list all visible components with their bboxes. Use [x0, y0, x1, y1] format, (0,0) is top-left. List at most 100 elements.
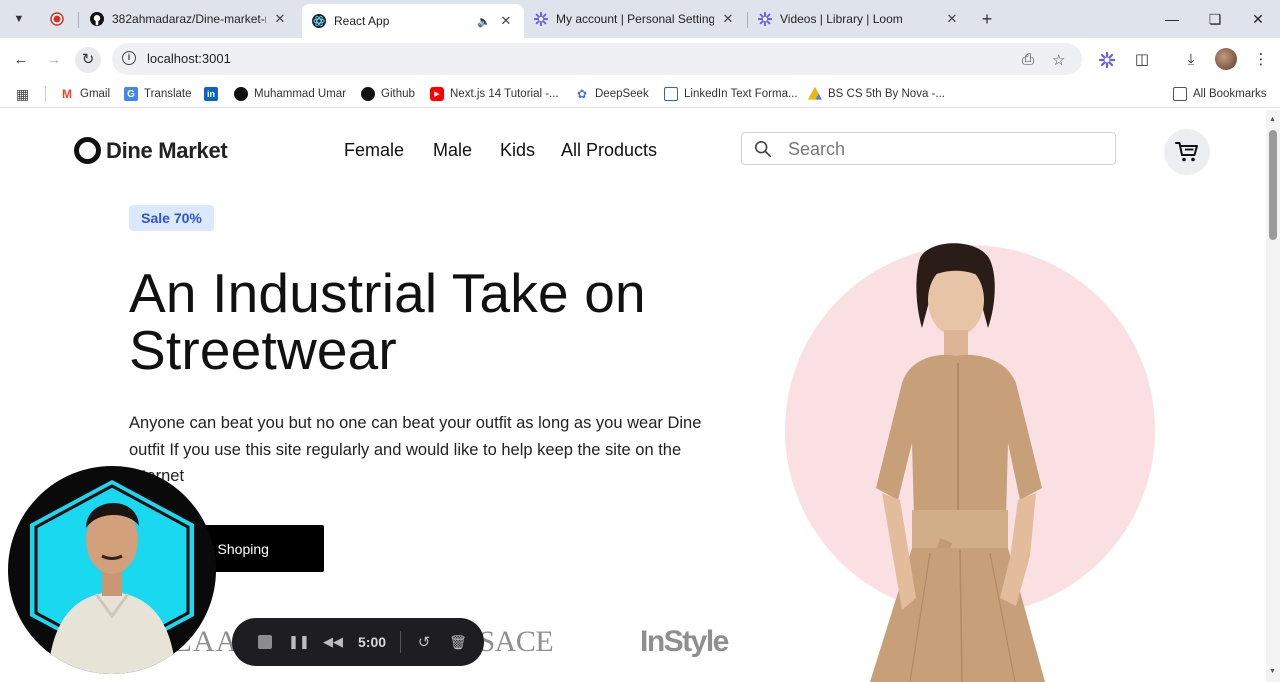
tab-recording[interactable] [40, 4, 78, 34]
bookmarks-bar: ▦ M Gmail G Translate in Muhammad Umar G… [0, 80, 1280, 108]
apps-grid-icon[interactable]: ▦ [16, 85, 29, 103]
all-bookmarks-label: All Bookmarks [1193, 88, 1267, 100]
search-icon [754, 140, 772, 158]
pause-icon: ❚❚ [288, 634, 310, 649]
logo-ring-icon [74, 137, 101, 164]
brand-instyle-logo: InStyle [640, 625, 729, 658]
close-icon[interactable]: ✕ [944, 11, 960, 27]
restart-recording-button[interactable]: ↺ [413, 631, 435, 653]
drive-icon [808, 87, 822, 100]
browser-toolbar: ← → ↻ i localhost:3001 ⎙ ☆ ◫ ⤓ ⋮ [0, 38, 1280, 80]
hero-model-image [870, 243, 1045, 682]
bookmark-bs-cs[interactable]: BS CS 5th By Nova -... [808, 85, 945, 103]
more-menu-icon[interactable]: ⋮ [1250, 49, 1272, 71]
url-text[interactable]: localhost:3001 [147, 51, 231, 66]
bookmark-label: Github [381, 88, 415, 100]
github-icon [234, 87, 248, 101]
hero-title-line-2: Streetwear [129, 319, 397, 381]
install-app-icon[interactable]: ⎙ [1022, 51, 1034, 68]
tab-github-repo[interactable]: 382ahmadaraz/Dine-market-re ✕ [80, 4, 298, 34]
bookmark-label: DeepSeek [595, 88, 649, 100]
reload-icon: ↻ [81, 51, 95, 68]
page-scrollbar[interactable]: ▲ ▼ [1266, 110, 1280, 682]
nav-link-male[interactable]: Male [433, 140, 472, 161]
download-icon[interactable]: ⤓ [1180, 49, 1202, 71]
new-tab-button[interactable]: + [976, 8, 998, 30]
stop-recording-button[interactable] [254, 631, 276, 653]
restart-icon: ↺ [417, 634, 431, 651]
arrow-right-icon: → [46, 51, 62, 68]
gmail-icon: M [60, 87, 74, 101]
delete-recording-button[interactable]: 🗑 [447, 631, 469, 653]
back-button[interactable]: ← [8, 47, 34, 73]
tab-loom-settings[interactable]: My account | Personal Settings ✕ [524, 4, 746, 34]
tab-strip: ▼ 382ahmadaraz/Dine-market-re ✕ React Ap… [0, 0, 1280, 38]
bookmark-linkedin[interactable]: in [204, 85, 224, 103]
profile-avatar[interactable] [1215, 48, 1237, 70]
bookmark-nextjs-tutorial[interactable]: ▶ Next.js 14 Tutorial -... [430, 85, 559, 103]
tab-title: 382ahmadaraz/Dine-market-re [112, 12, 266, 26]
tab-title: React App [334, 14, 390, 28]
rewind-icon: ◀◀ [323, 634, 343, 649]
scroll-down-icon[interactable]: ▼ [1269, 668, 1276, 675]
trash-icon: 🗑 [449, 633, 467, 650]
recorder-divider [400, 631, 402, 653]
all-bookmarks[interactable]: All Bookmarks [1173, 85, 1267, 103]
tab-title: Videos | Library | Loom [780, 12, 903, 26]
tab-react-app[interactable]: React App 🔈 ✕ [302, 4, 524, 38]
nav-link-all-products[interactable]: All Products [561, 140, 657, 161]
loom-icon [758, 12, 772, 26]
restore-button[interactable]: ❏ [1205, 8, 1225, 30]
search-box[interactable] [741, 132, 1116, 165]
nav-link-female[interactable]: Female [344, 140, 404, 161]
scroll-up-icon[interactable]: ▲ [1269, 116, 1276, 123]
close-icon[interactable]: ✕ [498, 13, 514, 29]
close-window-button[interactable]: ✕ [1248, 8, 1268, 30]
minimize-button[interactable]: — [1162, 8, 1182, 30]
bookmark-label: Translate [144, 88, 192, 100]
site-logo[interactable]: Dine Market [74, 137, 228, 164]
extensions-puzzle-icon[interactable]: ◫ [1131, 49, 1153, 71]
cart-button[interactable] [1164, 129, 1210, 175]
bookmark-star-icon[interactable]: ☆ [1052, 51, 1065, 69]
linkedin-icon: in [204, 87, 218, 101]
scroll-thumb[interactable] [1269, 130, 1277, 240]
forward-button[interactable]: → [41, 47, 67, 73]
arrow-left-icon: ← [13, 51, 29, 68]
site-info-icon[interactable]: i [122, 51, 136, 65]
hero-title: An Industrial Take on Streetwear [129, 265, 749, 379]
tab-title: My account | Personal Settings [556, 12, 714, 26]
tab-search-menu-button[interactable]: ▼ [8, 8, 30, 30]
deepseek-icon: ✿ [575, 87, 589, 101]
bookmark-label: LinkedIn Text Forma... [684, 88, 798, 100]
loom-extension-icon[interactable] [1096, 49, 1118, 71]
close-icon[interactable]: ✕ [272, 11, 288, 27]
pause-recording-button[interactable]: ❚❚ [288, 631, 310, 653]
bookmark-deepseek[interactable]: ✿ DeepSeek [575, 85, 649, 103]
search-input[interactable] [788, 138, 1098, 160]
youtube-icon: ▶ [430, 87, 444, 101]
webcam-bubble[interactable] [8, 466, 216, 674]
react-icon [312, 14, 326, 28]
bookmark-github[interactable]: Github [361, 85, 415, 103]
folder-icon [1173, 87, 1187, 101]
cart-icon [1175, 142, 1198, 162]
bookmark-translate[interactable]: G Translate [124, 85, 192, 103]
logo-text: Dine Market [106, 137, 228, 163]
close-icon[interactable]: ✕ [720, 11, 736, 27]
address-bar[interactable]: i localhost:3001 ⎙ ☆ [112, 43, 1082, 75]
rewind-button[interactable]: ◀◀ [322, 631, 344, 653]
bookmark-label: Next.js 14 Tutorial -... [450, 88, 559, 100]
nav-link-kids[interactable]: Kids [500, 140, 535, 161]
reload-button[interactable]: ↻ [75, 47, 101, 73]
linkedin-text-icon [664, 87, 678, 101]
bookmark-gmail[interactable]: M Gmail [60, 85, 110, 103]
chevron-down-icon: ▼ [13, 13, 25, 25]
tab-loom-library[interactable]: Videos | Library | Loom ✕ [748, 4, 970, 34]
github-icon [361, 87, 375, 101]
translate-icon: G [124, 87, 138, 101]
speaker-icon[interactable]: 🔈 [476, 15, 492, 28]
bookmark-muhammad-umar[interactable]: Muhammad Umar [234, 85, 346, 103]
bookmark-linkedin-text[interactable]: LinkedIn Text Forma... [664, 85, 798, 103]
bookmarks-divider [45, 86, 46, 102]
